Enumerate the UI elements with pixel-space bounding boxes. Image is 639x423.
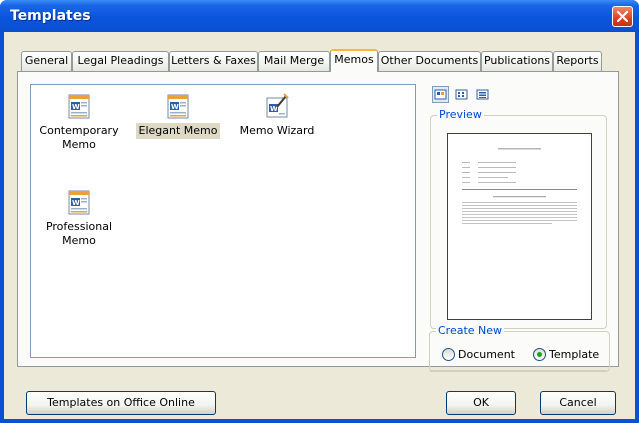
svg-text:W: W xyxy=(72,199,80,207)
tab-memos[interactable]: Memos xyxy=(330,49,378,72)
svg-text:W: W xyxy=(72,103,80,111)
templates-dialog: Templates General Legal Pleadings Letter… xyxy=(0,0,639,423)
template-item-contemporary-memo[interactable]: W Contemporary Memo xyxy=(31,93,127,153)
dialog-body: General Legal Pleadings Letters & Faxes … xyxy=(4,32,635,419)
word-document-template-icon: W xyxy=(167,94,189,119)
word-document-template-icon: W xyxy=(68,94,90,119)
details-view-icon xyxy=(476,89,489,100)
memos-tab-panel: W Contemporary Memo W Elegant Memo W Mem… xyxy=(17,71,619,372)
tab-reports[interactable]: Reports xyxy=(553,51,602,71)
template-item-label: Elegant Memo xyxy=(135,123,221,139)
preview-image xyxy=(447,133,592,320)
create-new-label: Create New xyxy=(436,324,505,337)
tab-other-documents[interactable]: Other Documents xyxy=(378,51,481,71)
create-new-group: Create New Document Template xyxy=(429,324,610,372)
list-view-button[interactable] xyxy=(453,86,470,103)
preview-label: Preview xyxy=(437,108,484,121)
radio-selected-dot xyxy=(537,352,542,357)
template-item-label: Professional Memo xyxy=(45,220,113,247)
templates-on-office-online-button[interactable]: Templates on Office Online xyxy=(26,391,216,415)
document-radio-label: Document xyxy=(458,348,515,361)
template-item-memo-wizard[interactable]: W Memo Wizard xyxy=(229,93,325,139)
window-title: Templates xyxy=(10,8,91,24)
memo-preview-thumbnail xyxy=(462,148,577,224)
tab-letters-faxes[interactable]: Letters & Faxes xyxy=(169,51,258,71)
close-button[interactable] xyxy=(612,6,633,27)
template-item-professional-memo[interactable]: W Professional Memo xyxy=(31,189,127,249)
template-radio-circle xyxy=(533,348,546,361)
svg-text:W: W xyxy=(171,103,179,111)
template-radio-label: Template xyxy=(549,348,600,361)
document-radio-circle xyxy=(442,348,455,361)
tab-publications[interactable]: Publications xyxy=(481,51,553,71)
word-wizard-icon: W xyxy=(266,93,289,118)
template-item-label: Memo Wizard xyxy=(239,124,315,137)
tab-mail-merge[interactable]: Mail Merge xyxy=(258,51,330,71)
large-icons-view-button[interactable] xyxy=(432,86,449,103)
close-icon xyxy=(617,11,628,22)
details-view-button[interactable] xyxy=(474,86,491,103)
ok-button[interactable]: OK xyxy=(446,391,516,415)
list-view-icon xyxy=(455,89,468,100)
template-item-label: Contemporary Memo xyxy=(39,124,119,151)
template-list[interactable]: W Contemporary Memo W Elegant Memo W Mem… xyxy=(30,84,416,358)
preview-group: Preview xyxy=(430,108,607,329)
cancel-button[interactable]: Cancel xyxy=(540,391,616,415)
title-bar[interactable]: Templates xyxy=(0,0,639,32)
word-document-template-icon: W xyxy=(68,190,90,215)
large-icons-view-icon xyxy=(434,89,447,100)
tab-legal-pleadings[interactable]: Legal Pleadings xyxy=(72,51,169,71)
template-item-elegant-memo[interactable]: W Elegant Memo xyxy=(130,93,226,139)
tab-general[interactable]: General xyxy=(21,51,72,71)
